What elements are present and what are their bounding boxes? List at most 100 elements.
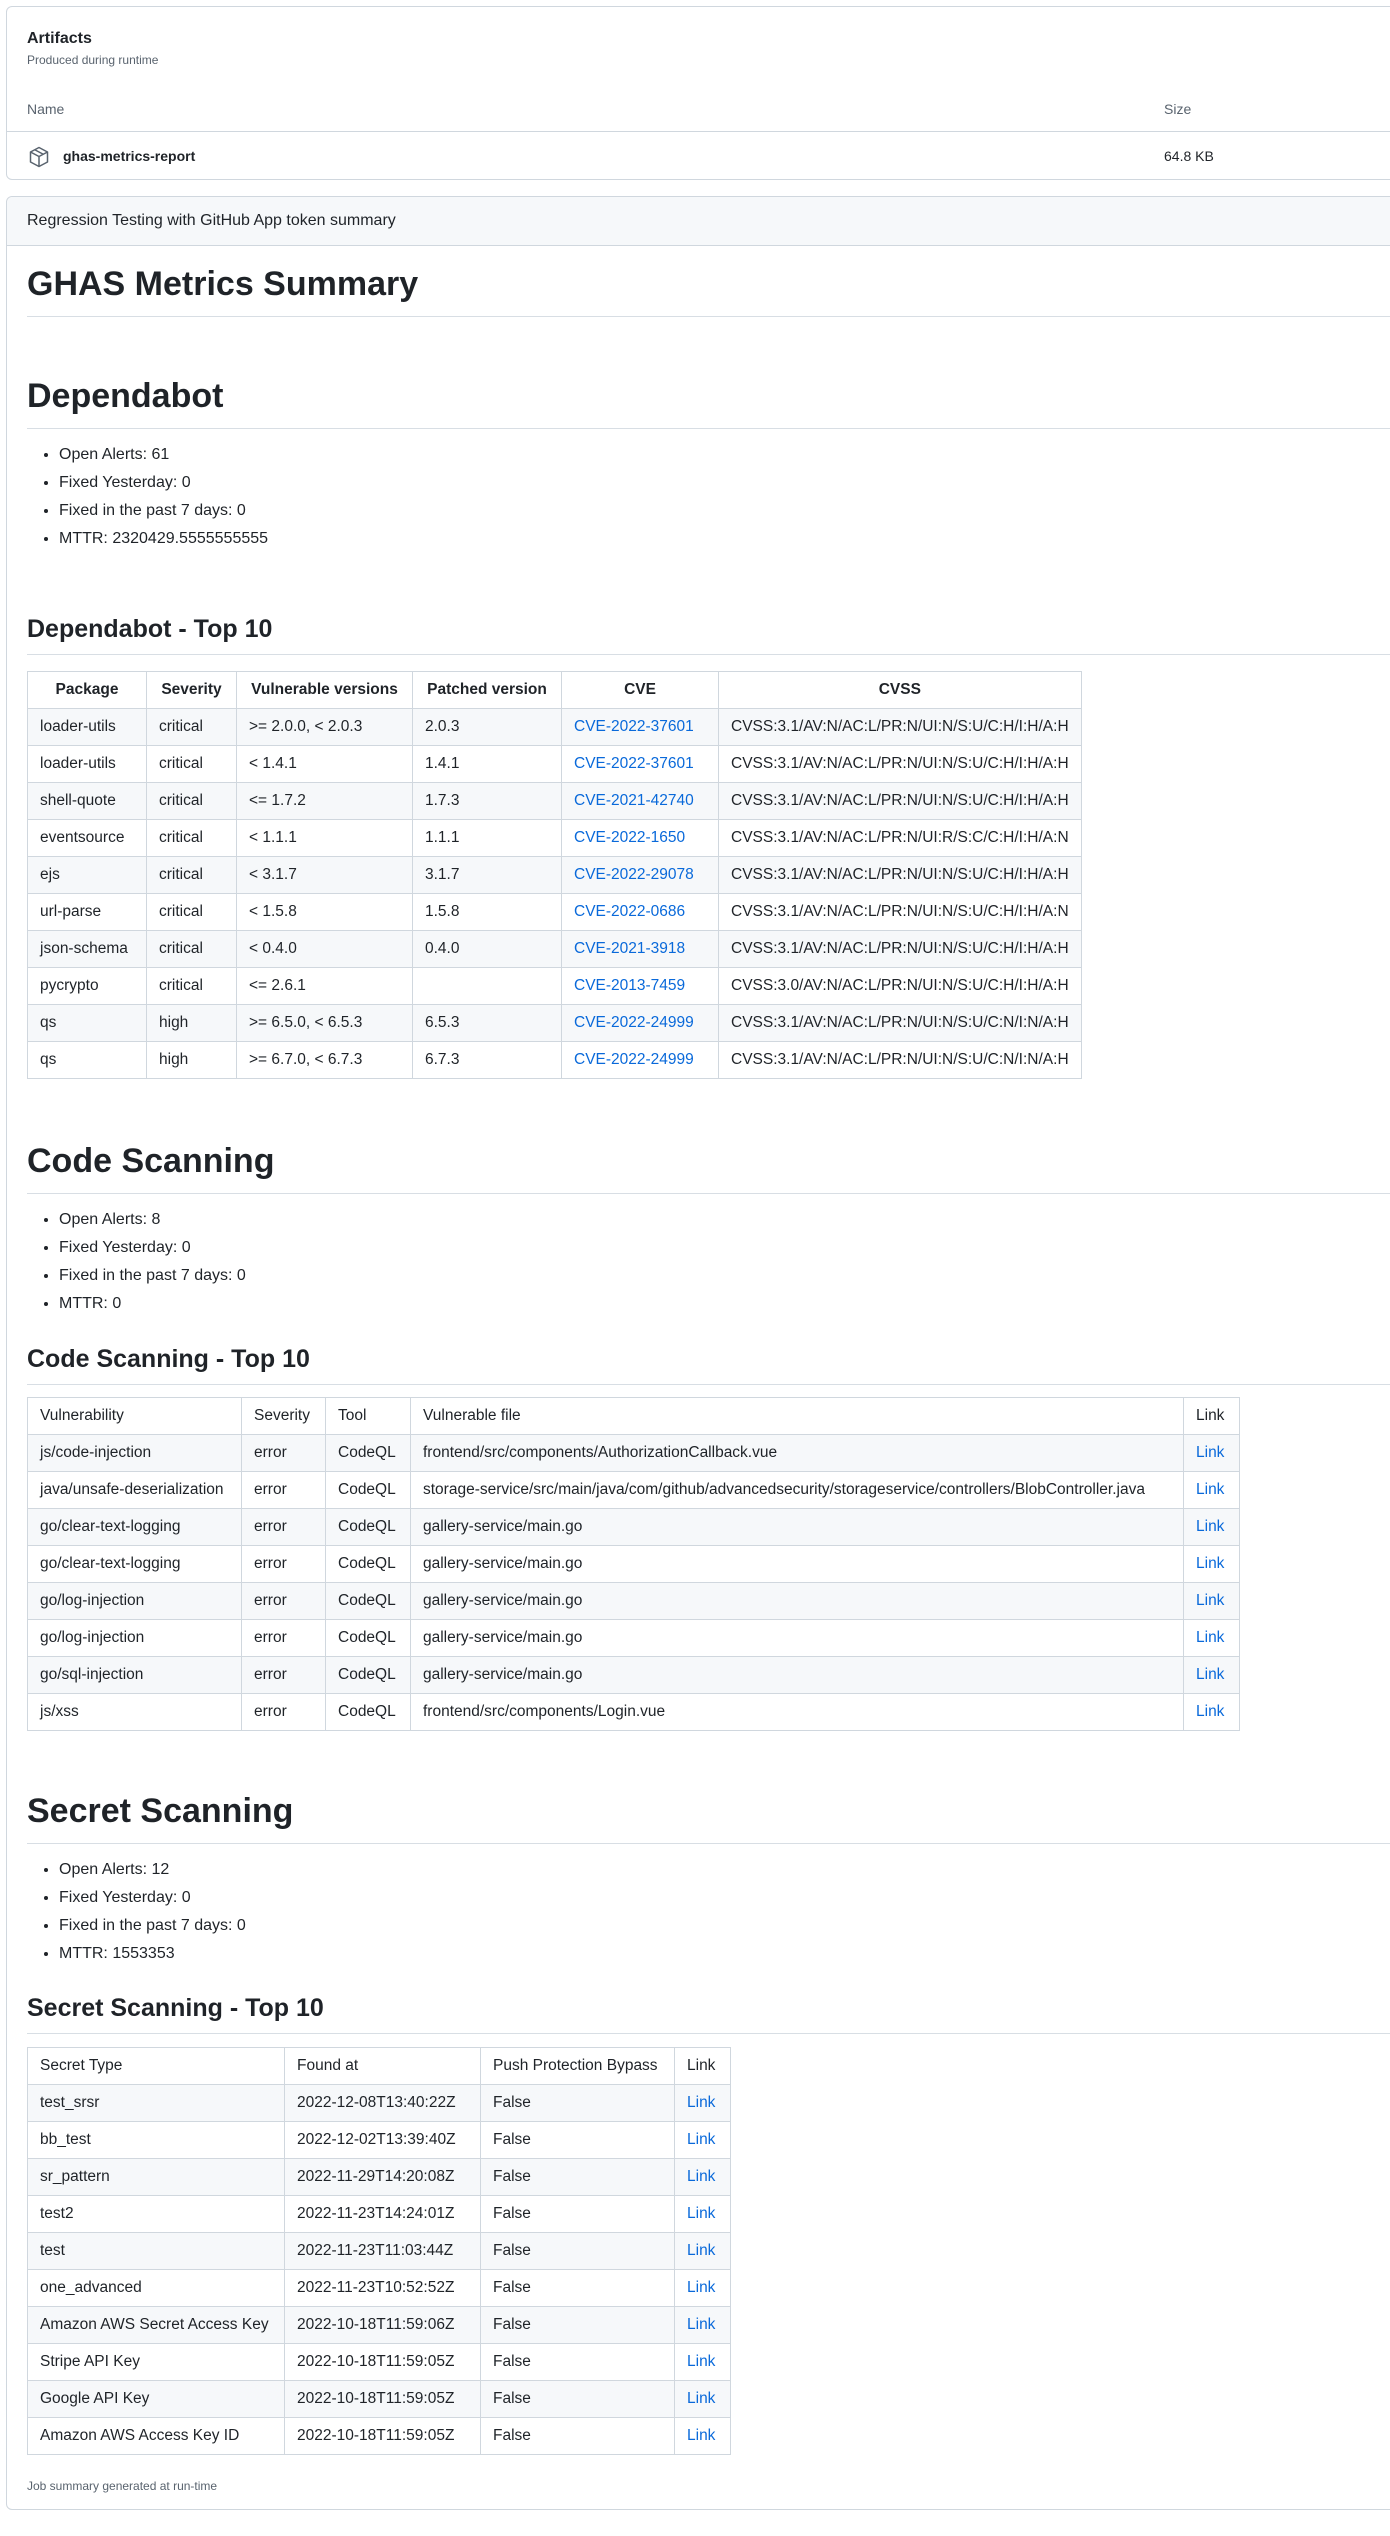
code-scanning-row: go/sql-injection error CodeQL gallery-servi… — [27, 1656, 1240, 1694]
row-link[interactable]: Link — [687, 2094, 715, 2111]
row-link[interactable]: Link — [1196, 1444, 1224, 1461]
table-cell: CVSS:3.1/AV:N/AC:L/PR:N/UI:N/S:U/C:H/I:H… — [718, 708, 1082, 746]
table-cell: critical — [146, 856, 237, 894]
table-cell: CodeQL — [325, 1545, 411, 1583]
row-link[interactable]: CVE-2022-37601 — [574, 718, 694, 735]
artifacts-col-size: Size — [1164, 101, 1192, 117]
table-cell: CVSS:3.0/AV:N/AC:L/PR:N/UI:N/S:U/C:H/I:H… — [718, 967, 1082, 1005]
row-link[interactable]: Link — [1196, 1703, 1224, 1720]
row-link[interactable]: CVE-2022-29078 — [574, 866, 694, 883]
table-cell: critical — [146, 782, 237, 820]
col-patched-version: Patched version — [412, 671, 562, 709]
col-vulnerable-file: Vulnerable file — [410, 1397, 1184, 1435]
job-summary-title: Regression Testing with GitHub App token… — [7, 197, 1390, 246]
table-cell: Link — [674, 2195, 731, 2233]
row-link[interactable]: CVE-2022-1650 — [574, 829, 685, 846]
row-link[interactable]: Link — [687, 2205, 715, 2222]
dependabot-row: pycrypto critical <= 2.6.1 CVE-2013-7459 CVS… — [27, 967, 1082, 1005]
row-link[interactable]: Link — [687, 2168, 715, 2185]
table-cell: Link — [1183, 1508, 1240, 1546]
artifacts-subtitle: Produced during runtime — [27, 53, 159, 67]
table-cell: 2022-10-18T11:59:05Z — [284, 2343, 481, 2381]
table-cell: error — [241, 1619, 326, 1657]
table-cell: 2022-12-02T13:39:40Z — [284, 2121, 481, 2159]
row-link[interactable]: Link — [687, 2353, 715, 2370]
row-link[interactable]: CVE-2021-42740 — [574, 792, 694, 809]
table-cell: json-schema — [27, 930, 147, 968]
row-link[interactable]: Link — [687, 2316, 715, 2333]
row-link[interactable]: Link — [687, 2427, 715, 2444]
table-cell: CVSS:3.1/AV:N/AC:L/PR:N/UI:R/S:C/C:H/I:H… — [718, 819, 1082, 857]
col-tool: Tool — [325, 1397, 411, 1435]
table-cell: test2 — [27, 2195, 285, 2233]
code-scanning-table: Vulnerability Severity Tool Vulnerable f… — [27, 1397, 1240, 1731]
row-link[interactable]: Link — [687, 2131, 715, 2148]
secret-scanning-table: Secret Type Found at Push Protection Byp… — [27, 2047, 731, 2455]
artifacts-col-name: Name — [27, 101, 65, 117]
table-cell: test_srsr — [27, 2084, 285, 2122]
table-cell: CodeQL — [325, 1508, 411, 1546]
table-cell: False — [480, 2232, 675, 2270]
dependabot-row: ejs critical < 3.1.7 3.1.7 CVE-2022-29078 CVS… — [27, 856, 1082, 894]
table-cell: high — [146, 1041, 237, 1079]
table-cell: CVSS:3.1/AV:N/AC:L/PR:N/UI:N/S:U/C:N/I:N… — [718, 1004, 1082, 1042]
table-cell: 2022-10-18T11:59:05Z — [284, 2380, 481, 2418]
row-link[interactable]: CVE-2021-3918 — [574, 940, 685, 957]
row-link[interactable]: Link — [687, 2390, 715, 2407]
row-link[interactable]: Link — [1196, 1518, 1224, 1535]
stat-mttr: MTTR: 1553353 — [59, 1940, 1390, 1968]
summary-footer: Job summary generated at run-time — [27, 2479, 218, 2493]
table-cell: critical — [146, 967, 237, 1005]
table-cell: False — [480, 2269, 675, 2307]
row-link[interactable]: Link — [1196, 1666, 1224, 1683]
stat-fixed-7-days: Fixed in the past 7 days: 0 — [59, 1912, 1390, 1940]
row-link[interactable]: CVE-2022-24999 — [574, 1051, 694, 1068]
table-cell: CVE-2022-37601 — [561, 708, 719, 746]
table-cell: < 0.4.0 — [236, 930, 413, 968]
table-cell: CVE-2022-29078 — [561, 856, 719, 894]
dependabot-heading: Dependabot — [27, 377, 1390, 429]
table-cell: Link — [1183, 1434, 1240, 1472]
artifact-row[interactable]: ghas-metrics-report 64.8 KB — [7, 133, 1390, 181]
table-cell: CVE-2022-24999 — [561, 1041, 719, 1079]
row-link[interactable]: Link — [1196, 1555, 1224, 1572]
row-link[interactable]: CVE-2022-37601 — [574, 755, 694, 772]
row-link[interactable]: CVE-2022-0686 — [574, 903, 685, 920]
table-cell: >= 6.5.0, < 6.5.3 — [236, 1004, 413, 1042]
row-link[interactable]: Link — [687, 2242, 715, 2259]
table-cell: Link — [674, 2158, 731, 2196]
table-cell: url-parse — [27, 893, 147, 931]
table-cell: < 1.1.1 — [236, 819, 413, 857]
table-cell: error — [241, 1693, 326, 1731]
page-title-block: GHAS Metrics Summary — [27, 265, 1390, 317]
table-cell: CodeQL — [325, 1693, 411, 1731]
table-cell: Link — [1183, 1619, 1240, 1657]
row-link[interactable]: CVE-2022-24999 — [574, 1014, 694, 1031]
table-cell: Link — [1183, 1693, 1240, 1731]
row-link[interactable]: Link — [687, 2279, 715, 2296]
table-cell: False — [480, 2306, 675, 2344]
table-cell: loader-utils — [27, 745, 147, 783]
table-cell: 3.1.7 — [412, 856, 562, 894]
table-cell: CVE-2022-1650 — [561, 819, 719, 857]
table-cell: CVSS:3.1/AV:N/AC:L/PR:N/UI:N/S:U/C:H/I:H… — [718, 893, 1082, 931]
secret-scanning-row: test 2022-11-23T11:03:44Z False Link — [27, 2232, 731, 2270]
row-link[interactable]: CVE-2013-7459 — [574, 977, 685, 994]
table-cell: sr_pattern — [27, 2158, 285, 2196]
row-link[interactable]: Link — [1196, 1629, 1224, 1646]
table-cell: go/sql-injection — [27, 1656, 242, 1694]
row-link[interactable]: Link — [1196, 1592, 1224, 1609]
dependabot-top-block: Dependabot - Top 10 — [27, 615, 1390, 655]
table-cell: Link — [674, 2306, 731, 2344]
table-cell: CVSS:3.1/AV:N/AC:L/PR:N/UI:N/S:U/C:N/I:N… — [718, 1041, 1082, 1079]
col-push-protection-bypass: Push Protection Bypass — [480, 2047, 675, 2085]
row-link[interactable]: Link — [1196, 1481, 1224, 1498]
table-header-row: Vulnerability Severity Tool Vulnerable f… — [27, 1397, 1240, 1435]
artifact-name-link[interactable]: ghas-metrics-report — [63, 148, 195, 164]
code-scanning-heading: Code Scanning — [27, 1142, 1390, 1194]
col-severity: Severity — [241, 1397, 326, 1435]
stat-fixed-yesterday: Fixed Yesterday: 0 — [59, 1884, 1390, 1912]
table-cell: Stripe API Key — [27, 2343, 285, 2381]
table-cell: False — [480, 2195, 675, 2233]
table-cell: error — [241, 1656, 326, 1694]
